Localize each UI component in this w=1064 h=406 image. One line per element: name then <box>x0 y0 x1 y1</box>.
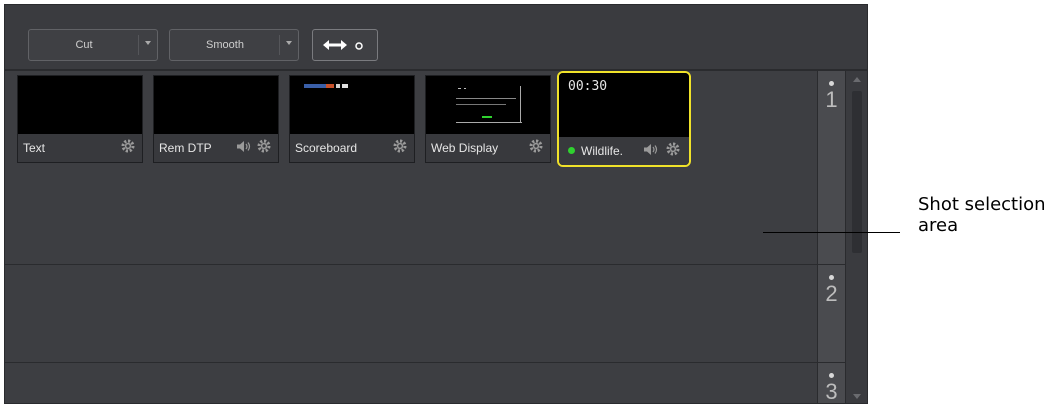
gear-icon[interactable] <box>528 138 544 154</box>
shot-panel: Cut Smooth 1 2 3 Text Rem DTP Scoreboard… <box>4 4 868 404</box>
callout-annotation: Shot selection area <box>918 194 1046 236</box>
shot-preview: 00:30 <box>559 73 689 139</box>
row-indicator-dot <box>829 81 834 86</box>
shot-name: Rem DTP <box>159 141 212 155</box>
shot-preview <box>290 76 414 136</box>
vertical-scrollbar[interactable] <box>845 71 867 403</box>
shot-label-bar: Rem DTP <box>154 134 278 162</box>
scroll-up-icon[interactable] <box>853 77 861 82</box>
shot-name: Web Display <box>431 141 499 155</box>
shot-row-3[interactable] <box>5 363 817 403</box>
scoreboard-thumbnail <box>304 84 348 88</box>
chevron-down-icon <box>145 41 151 45</box>
scroll-thumb[interactable] <box>852 91 862 253</box>
double-arrow-icon <box>323 40 363 50</box>
swap-direction-button[interactable] <box>312 29 378 61</box>
shot-tile-web-display[interactable]: Web Display <box>425 75 551 163</box>
curve-dropdown[interactable]: Smooth <box>169 29 299 61</box>
row-number-3[interactable]: 3 <box>817 363 845 404</box>
shot-label-bar: Wildlife. <box>559 137 689 165</box>
scroll-down-icon[interactable] <box>853 394 861 399</box>
shot-row-2[interactable] <box>5 265 817 363</box>
live-status-indicator <box>568 147 575 154</box>
shot-preview <box>154 76 278 136</box>
row-number-label: 1 <box>825 87 838 112</box>
shot-name: Scoreboard <box>295 141 358 155</box>
gear-icon[interactable] <box>392 138 408 154</box>
shot-tile-wildlife-selected[interactable]: 00:30 Wildlife. <box>557 71 691 167</box>
shot-tile-rem-dtp[interactable]: Rem DTP <box>153 75 279 163</box>
curve-dropdown-label: Smooth <box>206 39 244 51</box>
shot-label-bar: Scoreboard <box>290 134 414 162</box>
speaker-icon[interactable] <box>643 143 659 156</box>
shot-label-bar: Text <box>18 134 142 162</box>
chevron-down-icon <box>286 41 292 45</box>
callout-leader-line <box>763 232 900 233</box>
web-display-thumbnail <box>456 86 522 123</box>
transition-dropdown[interactable]: Cut <box>28 29 158 61</box>
shot-label-bar: Web Display <box>426 134 550 162</box>
shot-timecode: 00:30 <box>568 79 608 94</box>
gear-icon[interactable] <box>120 138 136 154</box>
gear-icon[interactable] <box>665 141 681 157</box>
row-indicator-dot <box>829 373 834 378</box>
row-number-1[interactable]: 1 <box>817 71 845 265</box>
shot-preview <box>18 76 142 136</box>
callout-line-2: area <box>918 215 959 236</box>
shot-name: Wildlife. <box>581 144 624 158</box>
row-number-label: 2 <box>825 281 838 306</box>
dropdown-separator <box>279 35 280 55</box>
shot-name: Text <box>23 141 46 155</box>
transition-toolbar: Cut Smooth <box>5 5 867 71</box>
row-number-2[interactable]: 2 <box>817 265 845 363</box>
shot-preview <box>426 76 550 136</box>
shot-tile-scoreboard[interactable]: Scoreboard <box>289 75 415 163</box>
dropdown-separator <box>138 35 139 55</box>
speaker-icon[interactable] <box>236 140 252 153</box>
callout-line-1: Shot selection <box>918 194 1046 215</box>
row-indicator-dot <box>829 275 834 280</box>
row-number-label: 3 <box>825 379 838 404</box>
gear-icon[interactable] <box>256 138 272 154</box>
shot-tile-text[interactable]: Text <box>17 75 143 163</box>
transition-dropdown-label: Cut <box>75 39 93 51</box>
